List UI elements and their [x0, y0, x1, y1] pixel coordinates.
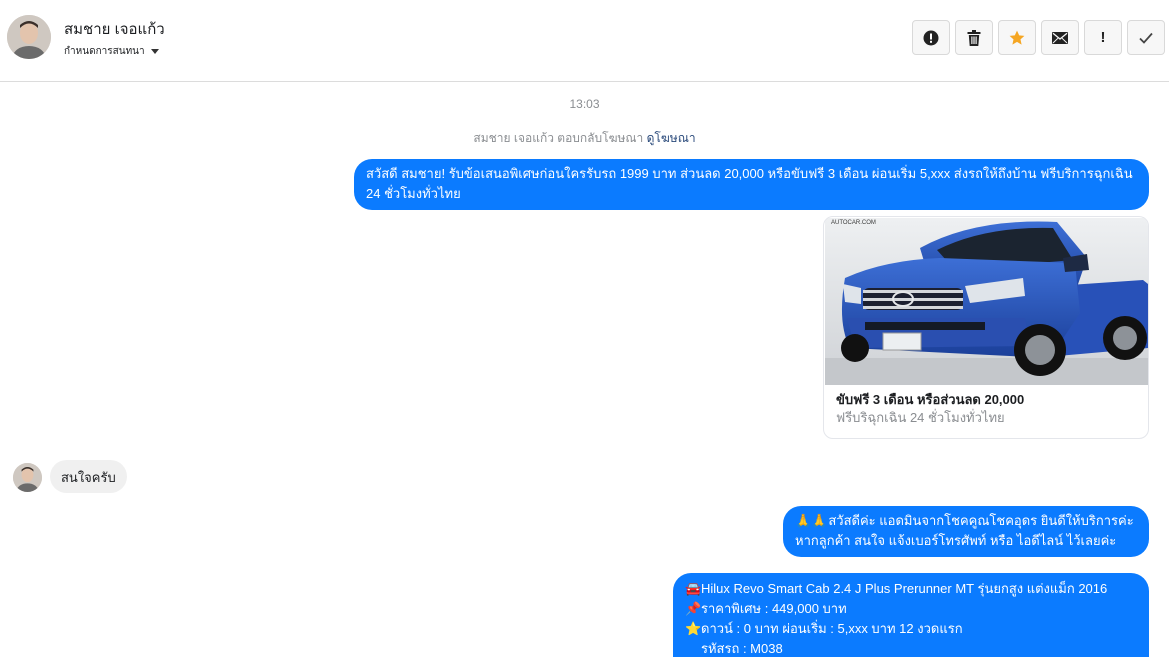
trash-icon [967, 29, 981, 46]
check-icon [1139, 32, 1153, 44]
car-emoji: 🚘 [685, 581, 702, 596]
ad-image-brand-watermark: AUTOCAR.COM [831, 220, 876, 226]
message-line-text: รหัสรถ : M038 [701, 641, 783, 656]
outgoing-message: 🚘Hilux Revo Smart Cab 2.4 J Plus Prerunn… [673, 573, 1149, 657]
ad-reply-note: สมชาย เจอแก้ว ตอบกลับโฆษณา ดูโฆษณา [0, 129, 1169, 148]
star-emoji: ⭐ [685, 621, 702, 636]
exclamation-icon: ! [1100, 29, 1106, 46]
ad-card-image: AUTOCAR.COM [825, 218, 1148, 385]
pray-emoji: 🙏🙏 [795, 513, 828, 528]
contact-avatar-small [13, 463, 42, 492]
star-button[interactable] [998, 20, 1036, 55]
conversation-settings-dropdown[interactable]: กำหนดการสนทนา [64, 44, 159, 59]
conversation-settings-label: กำหนดการสนทนา [64, 46, 145, 57]
message-thread: 13:03 สมชาย เจอแก้ว ตอบกลับโฆษณา ดูโฆษณา… [0, 83, 1169, 657]
star-icon [1009, 30, 1025, 45]
caret-down-icon [150, 49, 159, 54]
outgoing-message: สวัสดี สมชาย! รับข้อเสนอพิเศษก่อนใครรับร… [354, 159, 1149, 210]
conversation-header: สมชาย เจอแก้ว กำหนดการสนทนา ! [0, 0, 1169, 82]
delete-button[interactable] [955, 20, 993, 55]
message-line-text: Hilux Revo Smart Cab 2.4 J Plus Prerunne… [701, 581, 1108, 596]
view-ad-link[interactable]: ดูโฆษณา [647, 131, 696, 145]
message-line-text: ดาวน์ : 0 บาท ผ่อนเริ่ม : 5,xxx บาท 12 ง… [701, 621, 963, 636]
outgoing-message-text: สวัสดีค่ะ แอดมินจากโชคคูณโชคอุดร ยินดีให… [795, 513, 1134, 548]
mark-done-button[interactable] [1127, 20, 1165, 55]
contact-avatar[interactable] [7, 15, 51, 59]
message-line: 🚘Hilux Revo Smart Cab 2.4 J Plus Prerunn… [685, 579, 1137, 599]
ad-card[interactable]: AUTOCAR.COM ขับฟรี 3 เดือน หรือส่วนลด 20… [823, 216, 1149, 439]
message-line: 📌ราคาพิเศษ : 449,000 บาท [685, 599, 1137, 619]
message-timestamp: 13:03 [569, 97, 600, 111]
ad-reply-text: สมชาย เจอแก้ว ตอบกลับโฆษณา [473, 131, 644, 145]
outgoing-message: 🙏🙏สวัสดีค่ะ แอดมินจากโชคคูณโชคอุดร ยินดี… [783, 506, 1149, 557]
ad-card-subtitle: ฟรีบริฉุกเฉิน 24 ชั่วโมงทั่วไทย [836, 410, 1005, 425]
contact-name: สมชาย เจอแก้ว [64, 21, 165, 38]
alert-circle-icon [923, 30, 939, 45]
mark-spam-button[interactable] [912, 20, 950, 55]
message-line: รหัสรถ : M038 [685, 639, 1137, 657]
incoming-message: สนใจครับ [50, 460, 127, 493]
mark-unread-button[interactable] [1041, 20, 1079, 55]
message-line-text: ราคาพิเศษ : 449,000 บาท [701, 601, 847, 616]
pin-emoji: 📌 [685, 601, 702, 616]
envelope-icon [1052, 31, 1068, 44]
conversation-toolbar: ! [912, 20, 1165, 55]
flag-important-button[interactable]: ! [1084, 20, 1122, 55]
message-line: ⭐ดาวน์ : 0 บาท ผ่อนเริ่ม : 5,xxx บาท 12 … [685, 619, 1137, 639]
